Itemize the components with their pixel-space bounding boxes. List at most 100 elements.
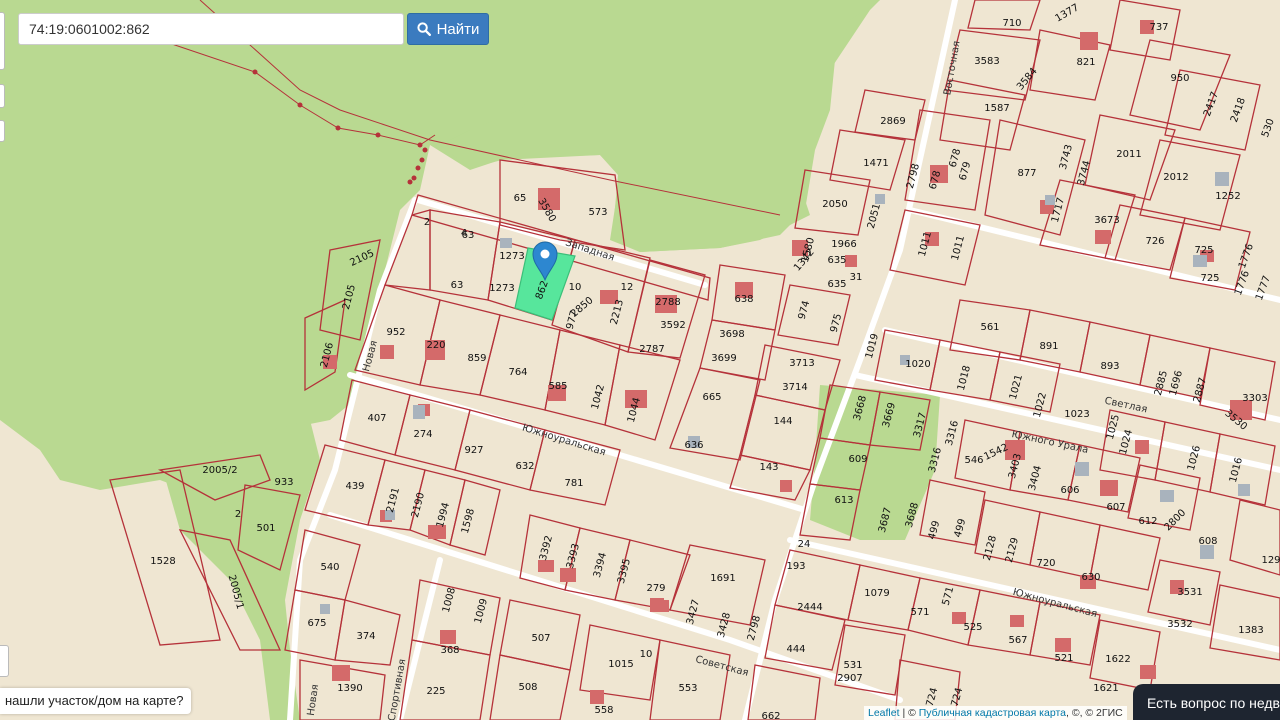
parcel-number-label: 636 [684, 440, 703, 451]
parcel-number-label: 144 [773, 416, 792, 427]
parcel-outline[interactable] [799, 483, 861, 541]
parcel-number-label: 859 [467, 353, 486, 364]
parcel-outline[interactable] [1209, 584, 1280, 661]
parcel-number-label: 1015 [608, 659, 633, 670]
parcel-number-label: 2788 [655, 297, 680, 308]
cadastre-link[interactable]: Публичная кадастровая карта [919, 707, 1066, 719]
building [1010, 615, 1024, 627]
parcel-number-label: 821 [1076, 57, 1095, 68]
cadastral-map[interactable]: 65 3580 573263412731273 862 10 122850 27883592… [0, 0, 1280, 720]
parcel-number-label: 508 [518, 682, 537, 693]
parcel-number-label: 439 [345, 481, 364, 492]
parcel-number-label: 274 [413, 429, 432, 440]
search-input[interactable]: 74:19:0601002:862 [18, 13, 404, 45]
chat-button[interactable]: Есть вопрос по недв [1133, 684, 1280, 720]
parcel-number-label: 632 [515, 461, 534, 472]
building [1055, 638, 1071, 652]
parcel-number-label: 606 [1060, 485, 1079, 496]
parcel-number-label: 2012 [1163, 172, 1188, 183]
parcel-number-label: 31 [850, 272, 863, 283]
parcel-number-label: 1023 [1064, 409, 1089, 420]
parcel-number-label: 662 [761, 711, 780, 720]
parcel-number-label: 374 [356, 631, 375, 642]
parcel-number-label: 638 [734, 294, 753, 305]
parcel-number-label: 1621 [1093, 683, 1118, 694]
leaflet-link[interactable]: Leaflet [868, 707, 900, 719]
parcel-number-label: 3316 [944, 419, 961, 446]
parcel-number-label: 952 [386, 327, 405, 338]
building [780, 480, 792, 492]
parcel-number-label: 635 [827, 255, 846, 266]
building [380, 345, 394, 359]
parcel-number-label: 893 [1100, 361, 1119, 372]
search-button[interactable]: Найти [407, 13, 489, 45]
building [1135, 440, 1149, 454]
parcel-number-label: 368 [440, 645, 459, 656]
parcel-number-label: 2050 [822, 199, 847, 210]
found-parcel-prompt[interactable]: нашли участок/дом на карте? [0, 688, 192, 714]
parcel-number-label: 607 [1106, 502, 1125, 513]
parcel-number-label: 3699 [711, 353, 736, 364]
outbuilding [1045, 195, 1055, 205]
parcel-number-label: 585 [548, 381, 567, 392]
parcel-number-label: 3592 [660, 320, 685, 331]
parcel-outline[interactable] [1067, 444, 1141, 513]
parcel-number-label: 3673 [1094, 215, 1119, 226]
zoom-control[interactable] [0, 12, 5, 70]
parcel-number-label: 573 [588, 207, 607, 218]
parcel-number-label: 1587 [984, 103, 1009, 114]
parcel-number-label: 65 [514, 193, 527, 204]
parcel-outline[interactable] [747, 664, 821, 720]
parcel-outline[interactable] [819, 384, 881, 446]
parcel-number-label: 3531 [1177, 587, 1202, 598]
parcel-number-label: 781 [564, 478, 583, 489]
attribution-separator: | © [899, 707, 919, 719]
parcel-number-label: 129 [1261, 555, 1280, 566]
layers-control[interactable] [0, 84, 5, 108]
parcel-number-label: 530 [1260, 117, 1277, 139]
fullscreen-control[interactable] [0, 120, 5, 142]
map-attribution: Leaflet | © Публичная кадастровая карта,… [864, 706, 1127, 720]
parcel-number-label: 950 [1170, 73, 1189, 84]
outbuilding [1215, 172, 1229, 186]
parcel-number-label: 1273 [489, 283, 514, 294]
building [1080, 32, 1098, 50]
parcel-outline[interactable] [854, 89, 926, 141]
parcel-number-label: 3714 [782, 382, 807, 393]
parcel-number-label: 764 [508, 367, 527, 378]
parcel-number-label: 2011 [1116, 149, 1141, 160]
building [1095, 230, 1111, 244]
parcel-number-label: 608 [1198, 536, 1217, 547]
building [440, 630, 456, 644]
parcel-number-label: 1471 [863, 158, 888, 169]
parcel-number-label: 553 [678, 683, 697, 694]
parcel-number-label: 635 [827, 279, 846, 290]
parcel-number-label: 1622 [1105, 654, 1130, 665]
outbuilding [1193, 255, 1207, 267]
building [1100, 480, 1118, 496]
parcel-number-label: 2444 [797, 602, 822, 613]
parcel-number-label: 220 [426, 340, 445, 351]
parcel-number-label: 444 [786, 644, 805, 655]
parcel-number-label: 558 [594, 705, 613, 716]
parcel-number-label: 613 [834, 495, 853, 506]
parcel-number-label: 2869 [880, 116, 905, 127]
side-panel-control[interactable] [0, 645, 9, 677]
parcel-number-label: 1020 [905, 359, 930, 370]
parcel-outline[interactable] [649, 639, 731, 720]
parcel-number-label: 407 [367, 413, 386, 424]
parcel-number-label: 540 [320, 562, 339, 573]
parcel-number-label: 1390 [337, 683, 362, 694]
parcel-number-label: 63 [451, 280, 464, 291]
parcel-number-label: 10 [569, 282, 582, 293]
parcel-number-label: 3532 [1167, 619, 1192, 630]
parcel-number-label: 546 [964, 455, 983, 466]
parcel-number-label: 725 [1194, 245, 1213, 256]
parcel-number-label: 3303 [1242, 393, 1267, 404]
parcel-number-label: 531 [843, 660, 862, 671]
parcel-number-label: 2051 [866, 202, 883, 229]
parcel-number-label: 4 [461, 228, 467, 239]
parcel-number-label: 675 [307, 618, 326, 629]
parcel-number-label: 571 [910, 607, 929, 618]
building [655, 600, 669, 612]
